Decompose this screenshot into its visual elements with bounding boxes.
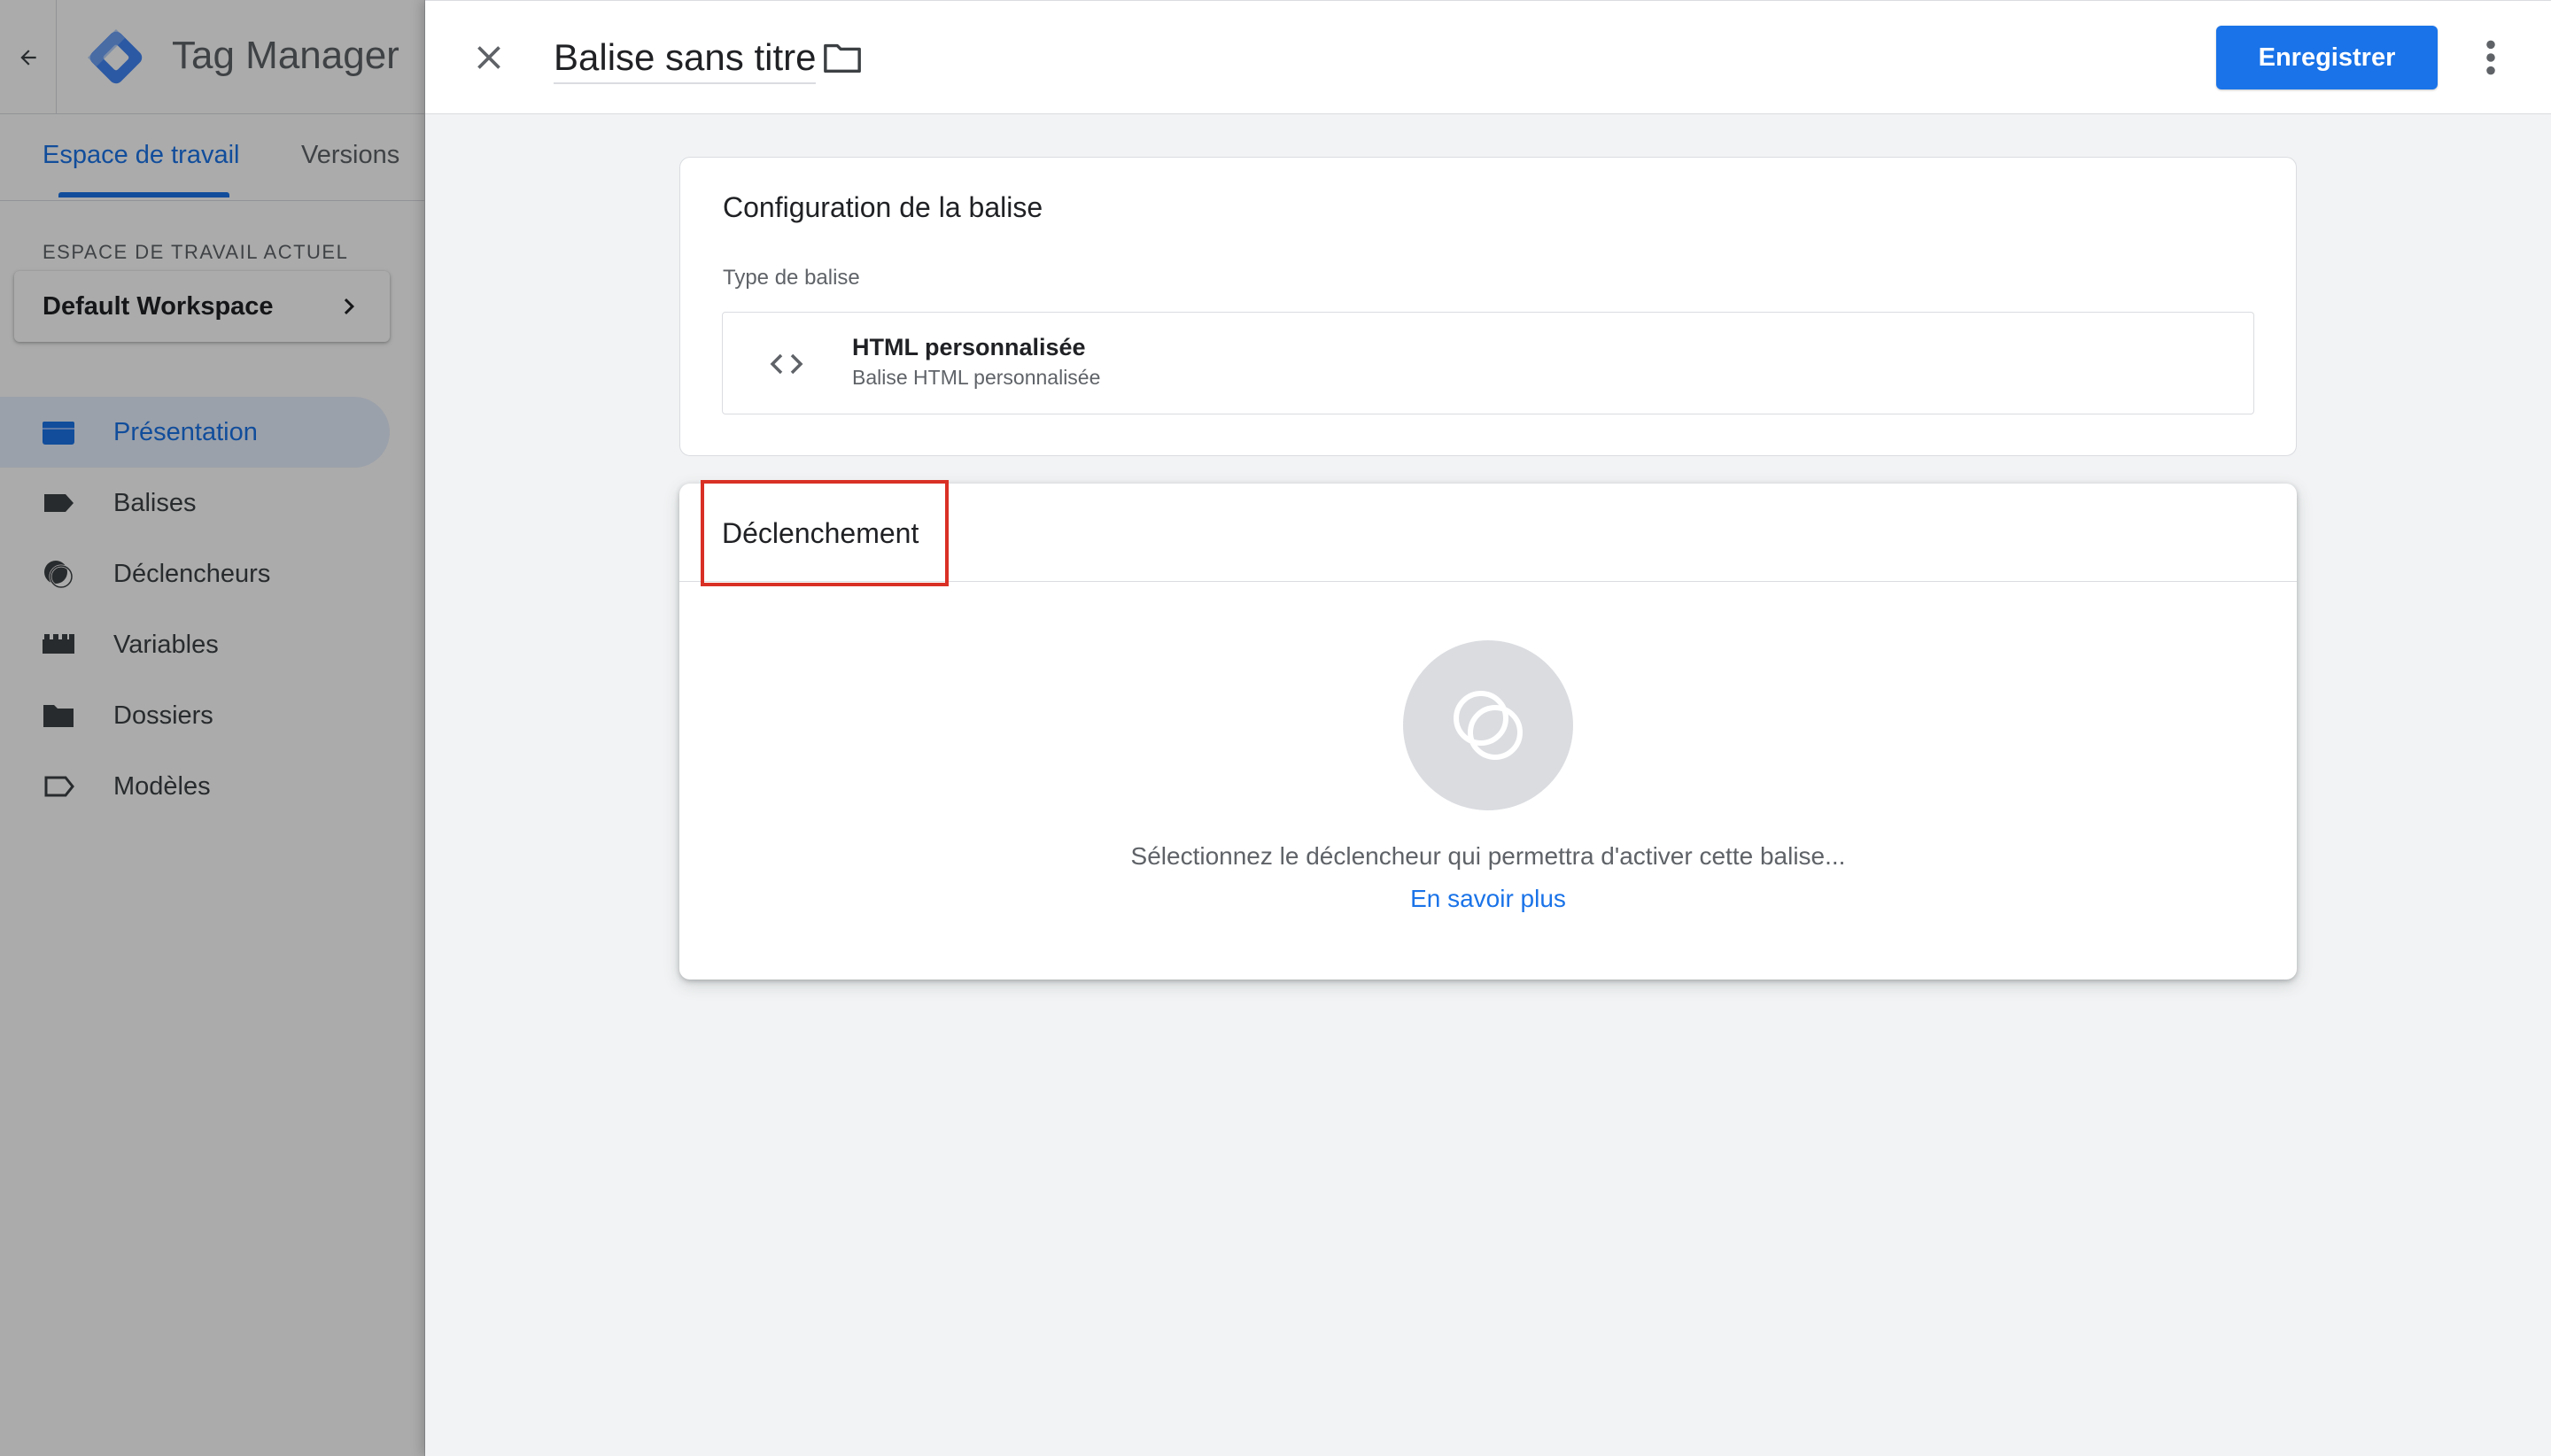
- tag-type-label: Type de balise: [723, 266, 860, 290]
- tag-name-field[interactable]: Balise sans titre: [554, 36, 817, 84]
- tag-type-name: HTML personnalisée: [852, 334, 1086, 360]
- app-sidebar: Tag Manager Espace de travail Versions E…: [0, 0, 425, 1456]
- close-icon[interactable]: [469, 38, 508, 77]
- code-icon: [770, 353, 803, 375]
- highlight-annotation: [701, 480, 949, 586]
- triggering-card-header: Déclenchement: [679, 480, 2297, 586]
- more-vert-icon[interactable]: [2480, 38, 2501, 77]
- trigger-hint-text: Sélectionnez le déclencheur qui permettr…: [1130, 842, 1846, 870]
- editor-toolbar: Balise sans titre Enregistrer: [425, 0, 2551, 114]
- folder-outline-icon[interactable]: [822, 40, 863, 75]
- tag-configuration-card[interactable]: Configuration de la balise Type de balis…: [679, 157, 2297, 456]
- tag-editor-panel: Balise sans titre Enregistrer Configurat…: [425, 0, 2551, 1456]
- modal-scrim[interactable]: [0, 0, 425, 1456]
- trigger-placeholder-icon[interactable]: [1403, 640, 1573, 810]
- tag-type-selector[interactable]: HTML personnalisée Balise HTML personnal…: [722, 312, 2254, 414]
- config-card-title: Configuration de la balise: [723, 191, 1043, 223]
- learn-more-link[interactable]: En savoir plus: [1410, 885, 1566, 912]
- learn-more-wrapper: En savoir plus: [679, 885, 2297, 913]
- trigger-rings-icon: [1454, 691, 1523, 760]
- save-button[interactable]: Enregistrer: [2216, 26, 2438, 89]
- tag-type-description: Balise HTML personnalisée: [852, 366, 1101, 389]
- triggering-card[interactable]: Déclenchement Sélectionnez le déclencheu…: [679, 480, 2297, 980]
